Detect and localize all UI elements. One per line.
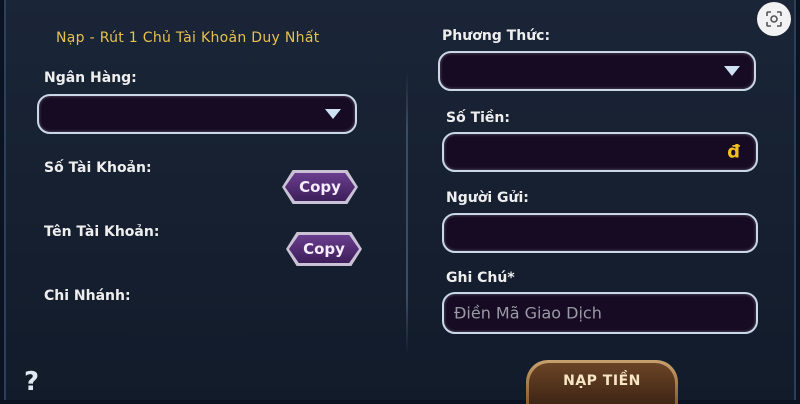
- sender-label: Người Gửi:: [446, 190, 529, 206]
- note-input[interactable]: Điền Mã Giao Dịch: [442, 292, 758, 334]
- deposit-submit-button[interactable]: NẠP TIỀN: [526, 360, 678, 404]
- account-number-label: Số Tài Khoản:: [44, 160, 152, 176]
- deposit-submit-label: NẠP TIỀN: [529, 363, 675, 404]
- deposit-panel: Nạp - Rút 1 Chủ Tài Khoản Duy Nhất Ngân …: [4, 0, 796, 404]
- copy-button-label: Copy: [289, 235, 359, 263]
- lens-icon-graphic: [766, 11, 782, 27]
- currency-symbol: đ: [727, 141, 740, 163]
- amount-input[interactable]: đ: [442, 132, 758, 172]
- copy-account-number-button[interactable]: Copy: [282, 170, 358, 204]
- chevron-down-icon: [724, 66, 740, 76]
- account-name-label: Tên Tài Khoản:: [44, 224, 160, 240]
- copy-account-name-button[interactable]: Copy: [286, 232, 362, 266]
- help-icon[interactable]: ?: [24, 367, 39, 397]
- column-divider: [406, 70, 408, 355]
- bank-label: Ngân Hàng:: [44, 70, 137, 86]
- note-label: Ghi Chú*: [446, 270, 515, 286]
- note-placeholder: Điền Mã Giao Dịch: [454, 303, 602, 323]
- chevron-down-icon: [325, 109, 341, 119]
- bank-select[interactable]: [37, 94, 357, 134]
- copy-button-label: Copy: [285, 173, 355, 201]
- sender-input[interactable]: [442, 213, 758, 253]
- amount-label: Số Tiền:: [446, 110, 510, 126]
- lens-icon[interactable]: [757, 2, 791, 36]
- branch-label: Chi Nhánh:: [44, 288, 131, 304]
- notice-text: Nạp - Rút 1 Chủ Tài Khoản Duy Nhất: [56, 30, 320, 46]
- method-select[interactable]: [438, 51, 756, 91]
- method-label: Phương Thức:: [442, 28, 551, 44]
